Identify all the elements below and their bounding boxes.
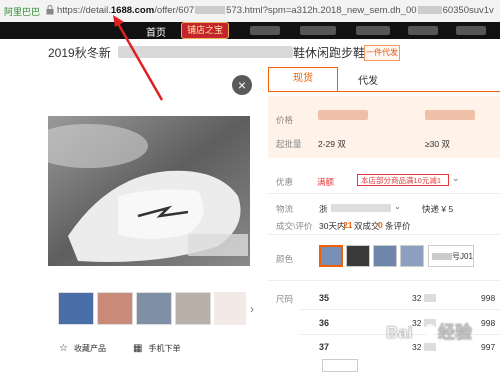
annotation-arrow bbox=[113, 15, 164, 101]
color-option-label: 号J01 bbox=[452, 252, 473, 261]
size-stock: 998 bbox=[481, 293, 496, 303]
thumbnail-5[interactable] bbox=[214, 292, 246, 325]
express-price: 快递 ¥ 5 bbox=[422, 204, 454, 214]
favorite-link[interactable]: ☆ 收藏产品 bbox=[59, 343, 106, 354]
reviews-count[interactable]: 0 bbox=[378, 220, 383, 230]
nav-blur-1 bbox=[250, 26, 280, 35]
svg-text:经验: 经验 bbox=[438, 322, 473, 342]
phone-order-label: 手机下单 bbox=[148, 344, 181, 353]
price-tier1-blur bbox=[318, 110, 368, 120]
thumbnail-2[interactable] bbox=[97, 292, 133, 325]
size-value: 36 bbox=[319, 318, 330, 328]
color-swatch-3[interactable] bbox=[373, 245, 397, 267]
tier1-qty: 2-29 双 bbox=[318, 139, 346, 149]
nav-blur-3 bbox=[356, 26, 390, 35]
min-qty-label: 起批量 bbox=[276, 139, 302, 149]
tab-dropship[interactable]: 代发 bbox=[358, 72, 378, 87]
lock-icon bbox=[46, 5, 54, 15]
size-value: 35 bbox=[319, 293, 330, 303]
chevron-right-icon[interactable]: › bbox=[250, 302, 254, 316]
price-tier2-blur bbox=[425, 110, 475, 120]
color-swatch-1[interactable] bbox=[319, 245, 343, 267]
svg-text:Bai: Bai bbox=[386, 323, 412, 342]
deals-count: 21 bbox=[343, 220, 353, 230]
address-bar[interactable]: 阿里巴巴 https://detail.1688.com/offer/607 57… bbox=[0, 0, 500, 23]
promo-tag: 满额 bbox=[317, 177, 335, 187]
deals-suffix: 双成交 bbox=[354, 221, 380, 231]
url-blur bbox=[195, 6, 226, 15]
thumbnail-1[interactable] bbox=[58, 292, 94, 325]
product-title-prefix: 2019秋冬新 bbox=[48, 46, 111, 60]
logistics-from: 浙 bbox=[319, 204, 328, 214]
color-label: 颜色 bbox=[276, 254, 294, 264]
divider-3 bbox=[268, 280, 500, 281]
chevron-down-icon-2[interactable]: ⌄ bbox=[394, 202, 401, 211]
thumbnail-3[interactable] bbox=[136, 292, 172, 325]
watermark-logo: Bai 经验 bbox=[382, 316, 500, 360]
promo-text[interactable]: 本店部分商品满10元减1 bbox=[357, 174, 449, 186]
color-swatch-2[interactable] bbox=[346, 245, 370, 267]
shoe-photo bbox=[48, 116, 250, 266]
site-nav: 首页 铺店之宝 bbox=[0, 22, 500, 39]
reviews-suffix[interactable]: 条评价 bbox=[385, 220, 411, 232]
price-blur bbox=[424, 294, 436, 302]
chevron-down-icon[interactable]: ⌄ bbox=[452, 173, 460, 184]
size-value: 37 bbox=[319, 342, 330, 352]
size-price: 32 bbox=[412, 293, 422, 303]
divider bbox=[268, 193, 500, 194]
phone-order-link[interactable]: ▦ 手机下单 bbox=[133, 343, 180, 354]
divider-2 bbox=[268, 234, 500, 235]
size-divider bbox=[300, 309, 500, 310]
quantity-stepper[interactable] bbox=[322, 359, 358, 372]
price-label: 价格 bbox=[276, 115, 294, 125]
tab-spot[interactable]: 现货 bbox=[268, 67, 338, 91]
deals-prefix: 30天内 bbox=[319, 221, 346, 231]
main-product-image[interactable] bbox=[48, 116, 250, 266]
color-swatch-4[interactable] bbox=[400, 245, 424, 267]
logistics-blur bbox=[331, 204, 391, 212]
price-box bbox=[268, 96, 500, 158]
nav-blur-2 bbox=[300, 26, 336, 35]
url-tail: 60350suv1v bbox=[442, 5, 494, 16]
reviews-label: 成交\评价 bbox=[276, 221, 313, 231]
color-option-5[interactable]: 号J01 bbox=[428, 245, 474, 267]
nav-blur-4 bbox=[408, 26, 438, 35]
paw-logo-icon: Bai 经验 bbox=[386, 322, 473, 343]
nav-blur-5 bbox=[456, 26, 486, 35]
promo-label: 优惠 bbox=[276, 177, 294, 187]
star-icon: ☆ bbox=[59, 343, 68, 354]
color-option-blur bbox=[432, 253, 452, 260]
thumbnail-4[interactable] bbox=[175, 292, 211, 325]
qr-icon: ▦ bbox=[133, 343, 143, 354]
url-rest: 573.html?spm=a312h.2018_new_sem.dh_00 bbox=[226, 5, 417, 16]
tier2-qty: ≥30 双 bbox=[425, 139, 450, 149]
close-icon[interactable]: × bbox=[232, 75, 252, 95]
favorite-label: 收藏产品 bbox=[73, 344, 106, 353]
url-prefix: https://detail. bbox=[57, 5, 111, 16]
dropship-badge[interactable]: 一件代发 bbox=[364, 45, 400, 61]
url-blur-2 bbox=[417, 6, 442, 15]
site-badge: 阿里巴巴 bbox=[4, 7, 41, 17]
size-label: 尺码 bbox=[276, 294, 294, 304]
product-title-suffix: 鞋休闲跑步鞋 bbox=[293, 46, 366, 60]
shop-tool-button[interactable]: 铺店之宝 bbox=[181, 22, 229, 39]
logistics-label: 物流 bbox=[276, 204, 294, 214]
